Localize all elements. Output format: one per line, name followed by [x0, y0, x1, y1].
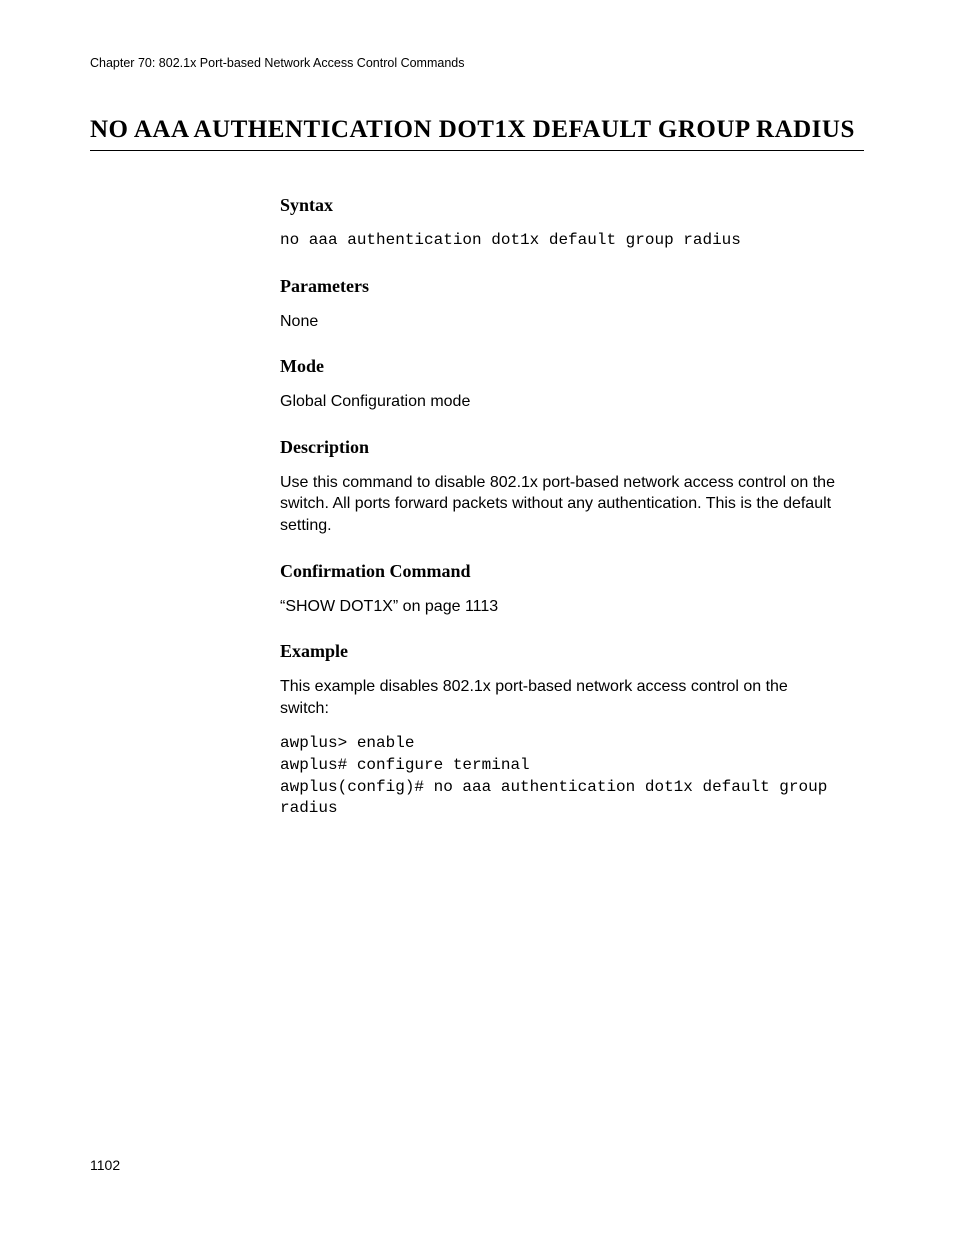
description-heading: Description: [280, 437, 840, 458]
example-heading: Example: [280, 641, 840, 662]
running-header: Chapter 70: 802.1x Port-based Network Ac…: [90, 56, 864, 70]
page-number: 1102: [90, 1157, 120, 1173]
page-title: NO AAA AUTHENTICATION DOT1X DEFAULT GROU…: [90, 116, 864, 151]
content-body: Syntax no aaa authentication dot1x defau…: [280, 195, 840, 820]
mode-heading: Mode: [280, 356, 840, 377]
example-code: awplus> enable awplus# configure termina…: [280, 733, 840, 819]
page-container: Chapter 70: 802.1x Port-based Network Ac…: [0, 0, 954, 1235]
confirmation-text: “SHOW DOT1X” on page 1113: [280, 596, 840, 618]
parameters-text: None: [280, 311, 840, 333]
example-intro: This example disables 802.1x port-based …: [280, 676, 840, 719]
parameters-heading: Parameters: [280, 276, 840, 297]
syntax-heading: Syntax: [280, 195, 840, 216]
syntax-code: no aaa authentication dot1x default grou…: [280, 230, 840, 252]
confirmation-heading: Confirmation Command: [280, 561, 840, 582]
mode-text: Global Configuration mode: [280, 391, 840, 413]
description-text: Use this command to disable 802.1x port-…: [280, 472, 840, 537]
